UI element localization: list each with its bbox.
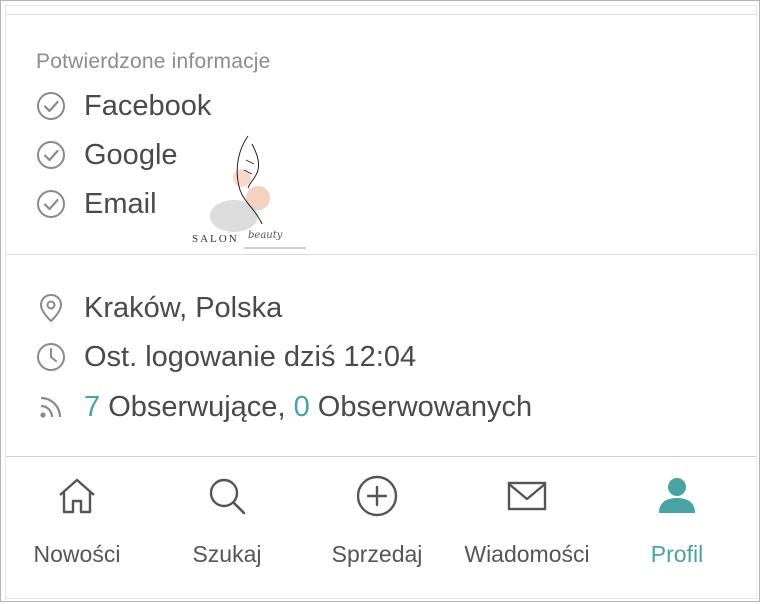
check-circle-icon xyxy=(34,187,68,221)
nav-label-search: Szukaj xyxy=(192,541,262,567)
following-count[interactable]: 0 xyxy=(294,391,310,424)
verified-email: Email xyxy=(34,184,157,224)
section-divider xyxy=(6,254,756,255)
location-pin-icon xyxy=(34,291,68,325)
nav-item-news[interactable]: Nowości xyxy=(2,471,152,581)
location-row: Kraków, Polska xyxy=(34,288,282,328)
followers-count[interactable]: 7 xyxy=(84,391,100,424)
verified-email-label: Email xyxy=(84,187,157,220)
check-circle-icon xyxy=(34,138,68,172)
mail-icon xyxy=(502,471,552,521)
clock-icon xyxy=(34,340,68,374)
top-divider xyxy=(6,14,756,15)
nav-label-messages: Wiadomości xyxy=(464,541,590,567)
user-icon xyxy=(652,471,702,521)
nav-label-sell: Sprzedaj xyxy=(331,541,423,567)
following-label: Obserwowanych xyxy=(309,390,533,423)
last-login-row: Ost. logowanie dziś 12:04 xyxy=(34,337,416,377)
nav-item-profile[interactable]: Profil xyxy=(602,471,752,581)
check-circle-icon xyxy=(34,89,68,123)
profile-panel: Potwierdzone informacje Facebook Google … xyxy=(5,5,757,599)
nav-label-news: Nowości xyxy=(33,541,121,567)
salon-logo-text: SALON xyxy=(192,233,239,245)
bottom-navbar: Nowości Szukaj Sprzedaj Wiadomości Profi… xyxy=(6,457,756,597)
location-label: Kraków, Polska xyxy=(84,291,283,324)
nav-item-sell[interactable]: Sprzedaj xyxy=(302,471,452,581)
verified-info-title: Potwierdzone informacje xyxy=(36,50,271,73)
followers-row: 7 Obserwujące, 0 Obserwowanych xyxy=(34,387,532,427)
verified-facebook: Facebook xyxy=(34,86,211,126)
plus-circle-icon xyxy=(352,471,402,521)
salon-logo: SALON beauty xyxy=(186,130,311,260)
verified-google: Google xyxy=(34,135,178,175)
verified-google-label: Google xyxy=(84,138,178,171)
home-icon xyxy=(52,471,102,521)
rss-feed-icon xyxy=(34,390,68,424)
window-frame: Potwierdzone informacje Facebook Google … xyxy=(0,0,760,602)
nav-item-search[interactable]: Szukaj xyxy=(152,471,302,581)
salon-logo-script: beauty xyxy=(248,230,283,241)
nav-item-messages[interactable]: Wiadomości xyxy=(452,471,602,581)
nav-label-profile: Profil xyxy=(650,541,704,567)
verified-facebook-label: Facebook xyxy=(84,89,212,122)
search-icon xyxy=(202,471,252,521)
last-login-label: Ost. logowanie dziś 12:04 xyxy=(84,340,417,373)
followers-label: Obserwujące, xyxy=(100,390,294,423)
